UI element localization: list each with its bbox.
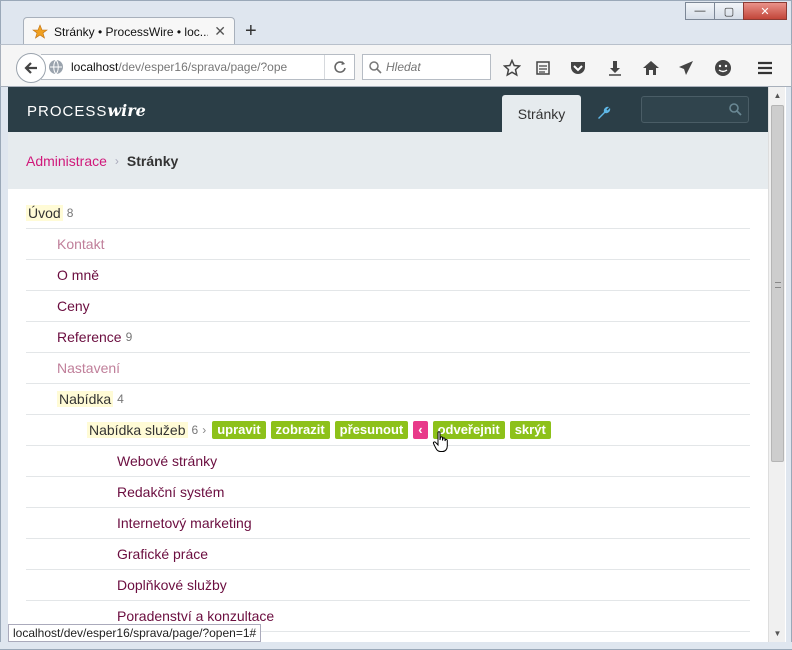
child-count: 6	[191, 423, 199, 437]
admin-search-input[interactable]	[641, 96, 749, 123]
browser-tab[interactable]: Stránky • ProcessWire • loc... ✕	[23, 17, 235, 45]
scrollbar-thumb[interactable]	[771, 105, 784, 462]
page-link[interactable]: Nastavení	[57, 360, 120, 376]
page-link[interactable]: Redakční systém	[117, 484, 224, 500]
reload-icon[interactable]	[324, 55, 354, 79]
scroll-down-icon[interactable]: ▼	[769, 625, 786, 642]
page-viewport: PROCESSwire Stránky Administrace › Strán…	[8, 87, 768, 632]
breadcrumb-separator: ›	[114, 153, 119, 168]
page-title: Stránky	[126, 152, 179, 169]
tree-row-redakcni-system[interactable]: Redakční systém	[26, 477, 750, 508]
child-count: 8	[66, 206, 74, 220]
pocket-icon[interactable]	[568, 58, 588, 78]
page-link[interactable]: O mně	[57, 267, 99, 283]
nav-tab-pages[interactable]: Stránky	[502, 95, 581, 132]
back-button[interactable]	[16, 53, 46, 83]
tree-row-nastaveni[interactable]: Nastavení	[26, 353, 750, 384]
page-link[interactable]: Reference	[57, 329, 122, 345]
page-link[interactable]: Ceny	[57, 298, 90, 314]
logo-wire: wire	[107, 101, 146, 120]
tree-row-graficke-prace[interactable]: Grafické práce	[26, 539, 750, 570]
breadcrumb: Administrace › Stránky	[8, 132, 768, 189]
tree-row-o-mne[interactable]: O mně	[26, 260, 750, 291]
menu-icon[interactable]	[755, 58, 775, 78]
tree-row-webove-stranky[interactable]: Webové stránky	[26, 446, 750, 477]
page-link[interactable]: Nabídka	[57, 391, 114, 407]
vertical-scrollbar[interactable]: ▲ ▼	[768, 87, 785, 642]
maximize-button[interactable]: ▢	[714, 2, 744, 20]
minimize-button[interactable]: —	[685, 2, 715, 20]
url-host: localhost	[71, 60, 119, 74]
scroll-up-icon[interactable]: ▲	[769, 87, 786, 104]
tree-row-kontakt[interactable]: Kontakt	[26, 229, 750, 260]
search-input[interactable]: Hledat	[362, 54, 491, 80]
page-link[interactable]: Internetový marketing	[117, 515, 252, 531]
new-tab-button[interactable]: +	[245, 21, 257, 41]
url-text: localhost/dev/esper16/sprava/page/?ope	[71, 60, 324, 74]
more-actions-button[interactable]: ‹	[413, 421, 428, 439]
window-frame-bottom	[0, 642, 792, 650]
hello-chat-icon[interactable]	[713, 58, 733, 78]
page-link[interactable]: Kontakt	[57, 236, 104, 252]
reading-list-icon[interactable]	[533, 58, 553, 78]
page-link[interactable]: Grafické práce	[117, 546, 208, 562]
window-titlebar: Stránky • ProcessWire • loc... ✕ + — ▢ ✕	[0, 0, 792, 45]
address-bar[interactable]: localhost/dev/esper16/sprava/page/?ope	[41, 54, 355, 80]
page-link[interactable]: Doplňkové služby	[117, 577, 227, 593]
browser-navbar: localhost/dev/esper16/sprava/page/?ope H…	[0, 44, 792, 87]
edit-button[interactable]: upravit	[212, 421, 266, 439]
tree-row-reference[interactable]: Reference 9	[26, 322, 750, 353]
tree-row-nabidka[interactable]: Nabídka 4	[26, 384, 750, 415]
window-frame-left	[0, 87, 8, 650]
page-tree: Úvod 8 Kontakt O mně Ceny Reference 9 Na…	[26, 198, 750, 632]
page-link[interactable]: Webové stránky	[117, 453, 217, 469]
page-link[interactable]: Poradenství a konzultace	[117, 608, 274, 624]
status-bar: localhost/dev/esper16/sprava/page/?open=…	[8, 624, 262, 642]
child-count: 9	[125, 330, 133, 344]
processwire-logo[interactable]: PROCESSwire	[27, 101, 146, 120]
download-icon[interactable]	[605, 58, 625, 78]
processwire-header: PROCESSwire Stránky	[8, 87, 768, 132]
url-path: /dev/esper16/sprava/page/?ope	[118, 60, 288, 74]
tree-row-nabidka-sluzeb[interactable]: Nabídka služeb 6 › upravit zobrazit přes…	[26, 415, 750, 446]
search-placeholder: Hledat	[386, 60, 421, 74]
window-controls: — ▢ ✕	[685, 2, 787, 20]
wrench-icon[interactable]	[596, 105, 612, 124]
breadcrumb-admin-link[interactable]: Administrace	[26, 153, 107, 169]
window-frame-right	[786, 87, 792, 650]
page-actions: upravit zobrazit přesunout ‹ odveřejnit …	[212, 421, 556, 439]
tree-row-uvod[interactable]: Úvod 8	[26, 198, 750, 229]
processwire-favicon-icon	[32, 23, 48, 39]
child-count: 4	[117, 392, 124, 406]
home-icon[interactable]	[641, 58, 661, 78]
tab-close-icon[interactable]: ✕	[214, 23, 226, 40]
logo-text: PROCESS	[27, 103, 108, 120]
search-icon	[729, 103, 742, 116]
globe-icon	[49, 59, 63, 75]
page-link[interactable]: Nabídka služeb	[87, 422, 188, 438]
send-icon[interactable]	[676, 58, 696, 78]
view-button[interactable]: zobrazit	[270, 421, 330, 439]
tab-title: Stránky • ProcessWire • loc...	[54, 24, 209, 39]
chevron-right-icon: ›	[202, 423, 207, 437]
hide-button[interactable]: skrýt	[509, 421, 551, 439]
page-link[interactable]: Úvod	[26, 205, 63, 221]
close-window-button[interactable]: ✕	[743, 2, 787, 20]
hand-cursor-icon	[432, 431, 448, 452]
tree-row-internetovy-marketing[interactable]: Internetový marketing	[26, 508, 750, 539]
search-icon	[369, 60, 382, 74]
move-button[interactable]: přesunout	[334, 421, 409, 439]
bookmark-star-icon[interactable]	[502, 58, 522, 78]
scrollbar-grip	[775, 282, 781, 288]
tree-row-ceny[interactable]: Ceny	[26, 291, 750, 322]
tree-row-doplnkove-sluzby[interactable]: Doplňkové služby	[26, 570, 750, 601]
back-arrow-icon	[24, 62, 37, 74]
